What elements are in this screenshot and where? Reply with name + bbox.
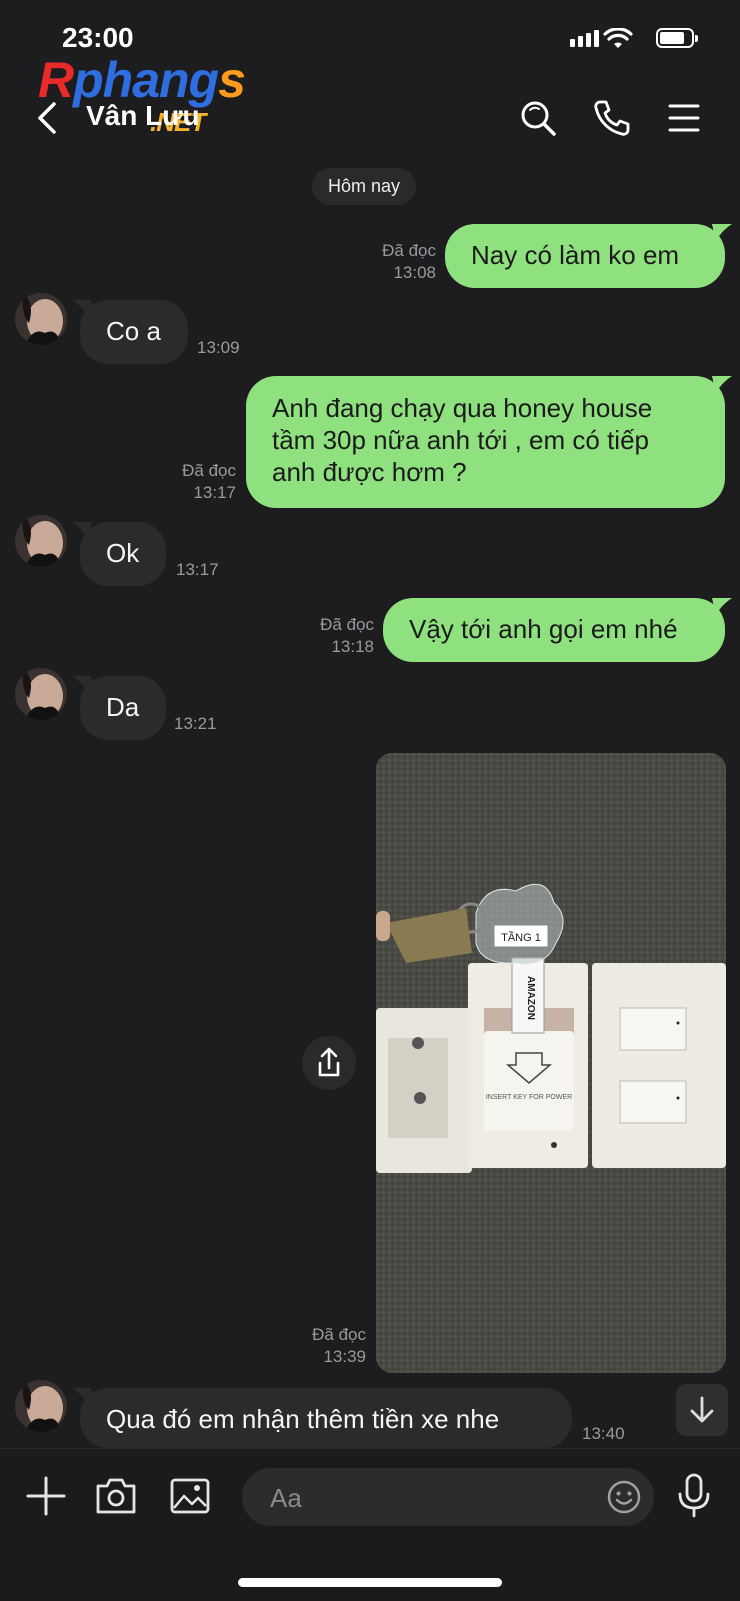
message-bubble-in[interactable]: Ok [80,522,166,586]
message-bubble-in[interactable]: Da [80,676,166,740]
scroll-to-bottom-button[interactable] [676,1384,728,1436]
share-button[interactable] [302,1036,356,1090]
avatar[interactable] [15,1380,67,1432]
contact-name[interactable]: Vân Lưu [86,100,200,132]
message-bubble-out[interactable]: Nay có làm ko em [445,224,725,288]
read-receipt: Đã đọc 13:39 [312,1325,366,1366]
mic-icon[interactable] [674,1472,714,1520]
bubble-tail [712,376,732,394]
avatar[interactable] [15,668,67,720]
battery-icon [656,28,698,48]
plus-icon[interactable] [24,1474,68,1518]
avatar[interactable] [15,515,67,567]
photo-slot-label: INSERT KEY FOR POWER [486,1094,572,1101]
message-bubble-in[interactable]: Co a [80,300,188,364]
wifi-icon [603,28,633,48]
emoji-icon[interactable] [606,1479,642,1515]
read-receipt: Đã đọc 13:08 [382,241,436,282]
home-indicator [238,1578,502,1587]
image-icon[interactable] [168,1474,212,1518]
avatar[interactable] [15,293,67,345]
message-bubble-in[interactable]: Qua đó em nhận thêm tiền xe nhe [80,1388,572,1448]
date-divider: Hôm nay [312,168,417,205]
message-input[interactable] [268,1468,572,1528]
phone-icon[interactable] [592,98,632,138]
watermark-logo: Rphangs .NET [38,52,246,137]
message-time: 13:17 [176,560,219,579]
photo-card-label: AMAZON [525,976,536,1020]
message-time: 13:09 [197,338,240,357]
menu-icon[interactable] [664,98,704,138]
photo-tag-label: TẦNG 1 [501,931,541,944]
back-icon[interactable] [30,98,66,138]
camera-icon[interactable] [94,1474,138,1518]
status-time: 23:00 [62,22,134,53]
message-time: 13:21 [174,714,217,733]
share-icon [318,1047,340,1077]
message-time: 13:40 [582,1424,625,1443]
cellular-signal-icon [570,30,599,47]
message-bubble-out[interactable]: Anh đang chạy qua honey house tầm 30p nữ… [246,376,725,508]
read-receipt: Đã đọc 13:18 [320,615,374,656]
message-bubble-out[interactable]: Vậy tới anh gọi em nhé [383,598,725,662]
bubble-tail [712,598,732,616]
search-icon[interactable] [518,98,558,138]
message-input-container[interactable] [242,1468,654,1528]
bubble-tail [712,224,732,242]
message-photo[interactable]: INSERT KEY FOR POWER AMAZON TẦNG 1 [376,753,726,1373]
read-receipt: Đã đọc 13:17 [182,461,236,502]
arrow-down-icon [690,1396,714,1423]
